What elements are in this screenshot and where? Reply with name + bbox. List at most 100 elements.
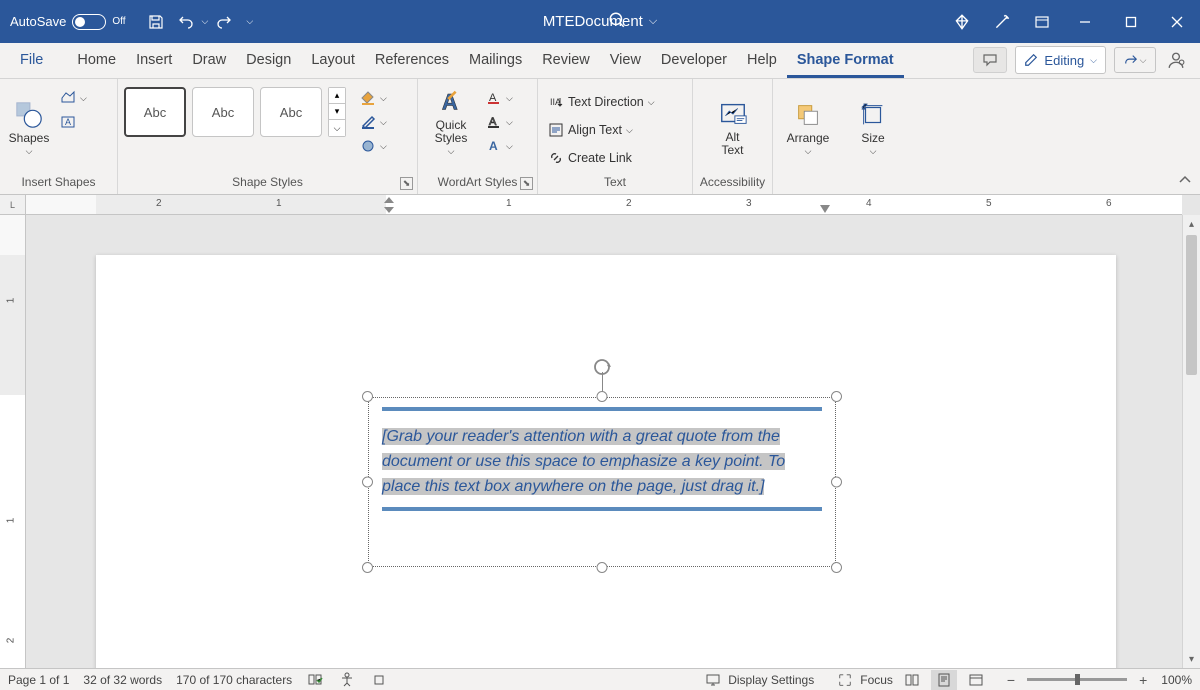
macro-status[interactable] — [370, 671, 388, 689]
redo-button[interactable] — [210, 8, 238, 36]
share-button[interactable]: ⌵ — [1114, 47, 1156, 73]
zoom-level[interactable]: 100% — [1161, 673, 1192, 687]
indent-marker-icon[interactable] — [382, 195, 396, 215]
focus-label[interactable]: Focus — [860, 673, 893, 687]
char-count[interactable]: 170 of 170 characters — [176, 673, 292, 687]
search-button[interactable] — [608, 11, 626, 32]
coming-soon-button[interactable] — [982, 13, 1022, 31]
shape-effects-button[interactable]: ⌵ — [356, 135, 391, 157]
right-indent-marker-icon[interactable] — [818, 205, 832, 215]
arrange-button[interactable]: Arrange⌵ — [785, 87, 831, 159]
gallery-more[interactable]: ⌵ — [329, 120, 345, 136]
save-button[interactable] — [142, 8, 170, 36]
text-effects-icon: A — [486, 138, 502, 154]
wordart-launcher[interactable]: ⬊ — [520, 177, 533, 190]
web-layout-button[interactable] — [963, 670, 989, 690]
resize-handle-br[interactable] — [831, 562, 842, 573]
shapes-gallery-button[interactable]: Shapes ⌵ — [6, 87, 52, 159]
word-count[interactable]: 32 of 32 words — [83, 673, 162, 687]
tab-references[interactable]: References — [365, 44, 459, 78]
print-layout-button[interactable] — [931, 670, 957, 690]
accessibility-status[interactable] — [338, 671, 356, 689]
effects-icon — [360, 138, 376, 154]
alt-text-button[interactable]: Alt Text — [710, 87, 756, 159]
page-status[interactable]: Page 1 of 1 — [8, 673, 69, 687]
draw-textbox-button[interactable]: A — [56, 111, 91, 133]
autosave-toggle-icon[interactable] — [72, 14, 106, 30]
tab-shape-format[interactable]: Shape Format — [787, 44, 904, 78]
tab-help[interactable]: Help — [737, 44, 787, 78]
resize-handle-mr[interactable] — [831, 477, 842, 488]
comments-button[interactable] — [973, 47, 1007, 73]
document-title[interactable]: MTEDocument ⌵ — [543, 13, 657, 30]
account-button[interactable] — [1164, 51, 1188, 69]
scroll-thumb[interactable] — [1186, 235, 1197, 375]
gallery-down[interactable]: ▾ — [329, 104, 345, 120]
spellcheck-status[interactable] — [306, 671, 324, 689]
resize-handle-ml[interactable] — [362, 477, 373, 488]
tab-file[interactable]: File — [10, 44, 53, 78]
size-button[interactable]: Size⌵ — [850, 87, 896, 159]
edit-shape-button[interactable]: ⌵ — [56, 87, 91, 109]
read-mode-button[interactable] — [899, 670, 925, 690]
collapse-ribbon-button[interactable] — [1178, 173, 1192, 190]
text-direction-button[interactable]: IIAText Direction⌵ — [544, 91, 659, 113]
premium-button[interactable] — [942, 13, 982, 31]
maximize-button[interactable] — [1108, 0, 1154, 43]
tab-home[interactable]: Home — [67, 44, 126, 78]
undo-dropdown[interactable]: ⌵ — [202, 16, 209, 27]
resize-handle-bm[interactable] — [597, 562, 608, 573]
tab-view[interactable]: View — [600, 44, 651, 78]
tab-design[interactable]: Design — [236, 44, 301, 78]
text-outline-button[interactable]: A⌵ — [482, 111, 517, 133]
vertical-scrollbar[interactable]: ▴ ▾ — [1182, 215, 1200, 668]
tab-mailings[interactable]: Mailings — [459, 44, 532, 78]
undo-button[interactable] — [172, 8, 200, 36]
style-preset-1[interactable]: Abc — [124, 87, 186, 137]
selected-textbox[interactable]: [Grab your reader's attention with a gre… — [368, 397, 836, 567]
text-effects-button[interactable]: A⌵ — [482, 135, 517, 157]
display-settings-icon-wrap[interactable] — [704, 671, 722, 689]
minimize-button[interactable] — [1062, 0, 1108, 43]
align-text-button[interactable]: Align Text⌵ — [544, 119, 659, 141]
gallery-spinner[interactable]: ▴ ▾ ⌵ — [328, 87, 346, 137]
textbox-content[interactable]: [Grab your reader's attention with a gre… — [382, 407, 822, 557]
display-settings-label[interactable]: Display Settings — [728, 673, 814, 687]
zoom-in-button[interactable]: + — [1139, 672, 1147, 688]
resize-handle-tl[interactable] — [362, 391, 373, 402]
horizontal-ruler[interactable]: 2 1 1 2 3 4 5 6 — [26, 195, 1182, 215]
resize-handle-tm[interactable] — [597, 391, 608, 402]
scroll-up-button[interactable]: ▴ — [1183, 215, 1200, 233]
tab-layout[interactable]: Layout — [301, 44, 365, 78]
resize-handle-bl[interactable] — [362, 562, 373, 573]
focus-icon-wrap[interactable] — [836, 671, 854, 689]
editing-mode-button[interactable]: Editing ⌵ — [1015, 46, 1106, 74]
tab-developer[interactable]: Developer — [651, 44, 737, 78]
style-preset-3[interactable]: Abc — [260, 87, 322, 137]
ribbon-display-button[interactable] — [1022, 14, 1062, 30]
redo-icon — [216, 14, 232, 30]
text-fill-button[interactable]: A⌵ — [482, 87, 517, 109]
scroll-down-button[interactable]: ▾ — [1183, 650, 1200, 668]
shape-fill-button[interactable]: ⌵ — [356, 87, 391, 109]
zoom-slider-thumb[interactable] — [1075, 674, 1080, 685]
tab-draw[interactable]: Draw — [182, 44, 236, 78]
style-preset-2[interactable]: Abc — [192, 87, 254, 137]
shape-outline-button[interactable]: ⌵ — [356, 111, 391, 133]
tab-insert[interactable]: Insert — [126, 44, 182, 78]
zoom-out-button[interactable]: − — [1007, 672, 1015, 688]
rotate-handle[interactable] — [592, 357, 612, 377]
shape-styles-launcher[interactable]: ⬊ — [400, 177, 413, 190]
create-link-button[interactable]: Create Link — [544, 147, 659, 169]
quick-styles-button[interactable]: A Quick Styles⌵ — [424, 87, 478, 159]
vertical-ruler[interactable]: 1 1 2 — [0, 215, 26, 668]
shape-style-gallery[interactable]: Abc Abc Abc ▴ ▾ ⌵ — [124, 87, 346, 137]
tab-review[interactable]: Review — [532, 44, 600, 78]
close-button[interactable] — [1154, 0, 1200, 43]
zoom-slider[interactable] — [1027, 678, 1127, 681]
resize-handle-tr[interactable] — [831, 391, 842, 402]
qat-customize[interactable]: ⌵ — [246, 16, 253, 27]
textbox-text[interactable]: [Grab your reader's attention with a gre… — [382, 425, 822, 499]
gallery-up[interactable]: ▴ — [329, 88, 345, 104]
autosave-control[interactable]: AutoSave Off — [0, 14, 136, 30]
